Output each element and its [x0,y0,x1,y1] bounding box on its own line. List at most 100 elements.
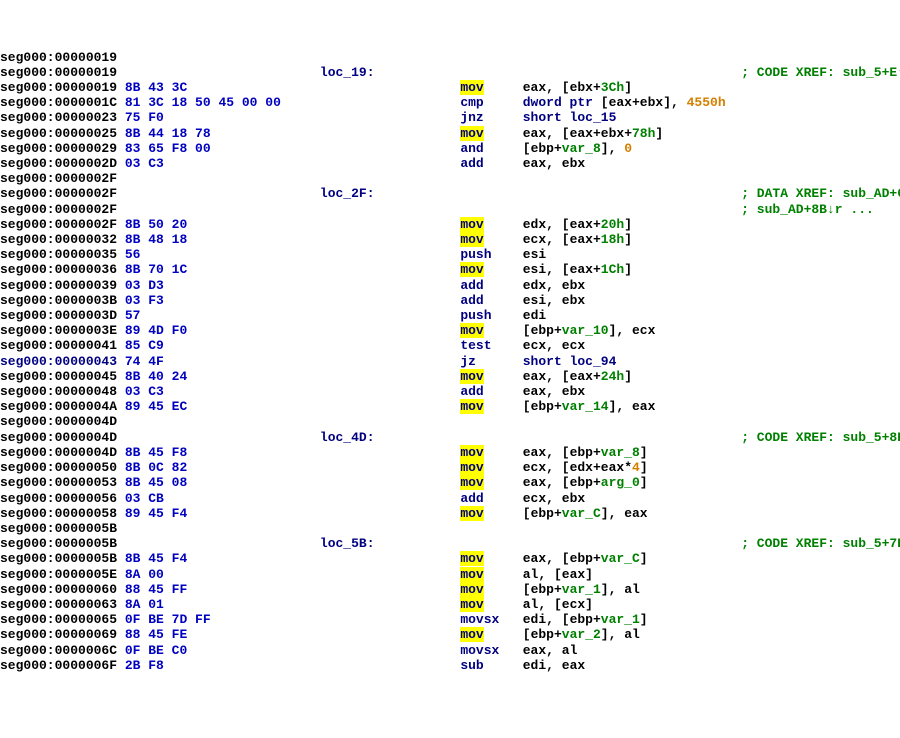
operand: ] [624,232,632,247]
opcode-bytes: 56 [125,247,320,262]
xref-comment: ; DATA XREF: sub_AD+6↓r [741,186,900,201]
operand: eax [523,475,546,490]
operand: + [554,627,562,642]
operand: loc_15 [570,110,617,125]
address: seg000:0000004D [0,445,117,460]
disasm-line: seg000:00000019 loc_19: ; CODE XREF: sub… [0,65,900,80]
code-label: loc_5B: [320,536,460,551]
operand: [ [593,95,609,110]
operand: ebx [562,278,585,293]
operand: ] [640,551,648,566]
operand: eax [570,262,593,277]
operand: 4 [632,460,640,475]
operand: ] [585,567,593,582]
mnemonic: mov [460,460,483,475]
operand: [ [523,627,531,642]
operand: ] [640,460,648,475]
disasm-line: seg000:0000006F 2B F8 sub edi, eax [0,658,900,673]
operand: eax [562,658,585,673]
operand: + [632,95,640,110]
mnemonic: add [460,384,483,399]
address: seg000:00000053 [0,475,117,490]
opcode-bytes: 8B 43 3C [125,80,320,95]
operand: ebp [531,627,554,642]
opcode-bytes: 8B 50 20 [125,217,320,232]
operand: var_8 [562,141,601,156]
address: seg000:0000001C [0,95,117,110]
opcode-bytes: 8A 01 [125,597,320,612]
operand: 3Ch [601,80,624,95]
mnemonic: add [460,491,483,506]
operand: , [ [546,369,569,384]
address: seg000:0000005B [0,551,117,566]
operand: edi [523,658,546,673]
operand: var_C [562,506,601,521]
disasm-line: seg000:0000001C 81 3C 18 50 45 00 00 cmp… [0,95,900,110]
operand: ebp [531,582,554,597]
operand: var_2 [562,627,601,642]
operand: ] [640,445,648,460]
disasm-line: seg000:00000048 03 C3 add eax, ebx [0,384,900,399]
opcode-bytes: 57 [125,308,320,323]
operand: 18h [601,232,624,247]
opcode-bytes: 03 C3 [125,156,320,171]
operand: var_8 [601,445,640,460]
mnemonic: mov [460,262,483,277]
operand: ] [640,612,648,627]
opcode-bytes: 03 CB [125,491,320,506]
address: seg000:0000005B [0,536,117,551]
operand: , [ [538,567,561,582]
address: seg000:0000003D [0,308,117,323]
address: seg000:00000019 [0,65,117,80]
operand: dword ptr [523,95,593,110]
operand: ] [624,262,632,277]
operand: eax [523,551,546,566]
operand: [ [523,506,531,521]
operand: al [523,597,539,612]
operand: eax [570,217,593,232]
address: seg000:0000006C [0,643,117,658]
operand: ebp [531,399,554,414]
operand: , [546,338,562,353]
address: seg000:0000004D [0,430,117,445]
operand: eax [570,232,593,247]
operand: al [562,643,578,658]
mnemonic: mov [460,323,483,338]
operand: var_1 [601,612,640,627]
operand: short [523,110,562,125]
operand: + [554,582,562,597]
address: seg000:0000003B [0,293,117,308]
operand: + [593,262,601,277]
opcode-bytes: 75 F0 [125,110,320,125]
disasm-line: seg000:00000019 8B 43 3C mov eax, [ebx+3… [0,80,900,95]
operand: eax [523,643,546,658]
opcode-bytes: 2B F8 [125,658,320,673]
operand: , [ [546,445,569,460]
mnemonic: test [460,338,491,353]
operand: + [593,80,601,95]
operand: esi [523,293,546,308]
operand: , [ [546,262,569,277]
operand: edx [523,278,546,293]
xref-comment: ; CODE XREF: sub_5+E↑j [741,65,900,80]
opcode-bytes [125,171,320,186]
mnemonic: mov [460,232,483,247]
operand: , [ [546,217,569,232]
mnemonic: add [460,156,483,171]
opcode-bytes: 8B 45 F4 [125,551,320,566]
operand: ebp [570,445,593,460]
address: seg000:0000004D [0,414,117,429]
operand: ebx [570,80,593,95]
operand: ] [640,475,648,490]
disasm-line: seg000:0000005E 8A 00 mov al, [eax] [0,567,900,582]
operand: ] [624,217,632,232]
address: seg000:0000003E [0,323,117,338]
operand: eax [632,399,655,414]
operand: ecx [562,597,585,612]
operand: , [546,643,562,658]
operand: arg_0 [601,475,640,490]
operand: ebx [601,126,624,141]
opcode-bytes: 74 4F [125,354,320,369]
address: seg000:00000063 [0,597,117,612]
opcode-bytes [125,65,320,80]
